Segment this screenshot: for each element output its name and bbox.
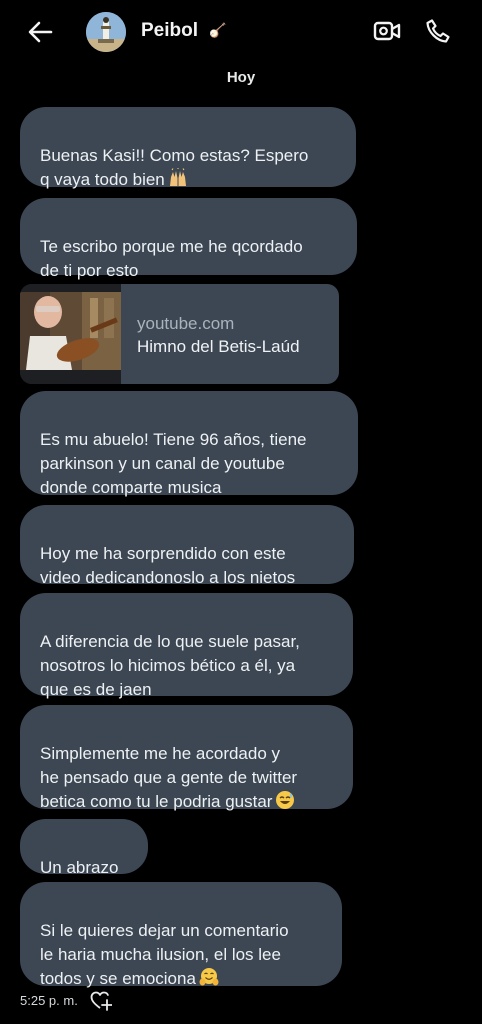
message-bubble[interactable]: Si le quieres dejar un comentario le har… (20, 882, 342, 988)
voice-call-button[interactable] (421, 14, 455, 48)
grinning-sweat-emoji-icon (276, 791, 295, 809)
back-arrow-icon (28, 21, 53, 43)
message-bubble[interactable]: Buenas Kasi!! Como estas? Espero q vaya … (20, 107, 356, 189)
name-badge: 🪕 (209, 22, 227, 38)
day-separator: Hoy (226, 69, 256, 86)
message-bubble[interactable]: Es mu abuelo! Tiene 96 años, tiene parki… (20, 391, 358, 497)
raised-hands-emoji-icon (169, 168, 186, 186)
message-bubble[interactable]: Simplemente me he acordado y he pensado … (20, 705, 353, 811)
message-bubble[interactable]: Hoy me ha sorprendido con este video ded… (20, 505, 354, 587)
heart-plus-icon (90, 991, 113, 1011)
video-call-button[interactable] (370, 15, 404, 47)
add-reaction-button[interactable] (90, 990, 113, 1012)
message-bubble[interactable]: A diferencia de lo que suele pasar, noso… (20, 593, 353, 699)
message-text: Es mu abuelo! Tiene 96 años, tiene parki… (40, 430, 307, 497)
message-bubble[interactable]: Un abrazo (20, 819, 148, 877)
hugging-face-emoji-icon (199, 968, 219, 986)
video-thumbnail (20, 284, 121, 384)
avatar[interactable] (86, 12, 126, 52)
message-text: Un abrazo (40, 858, 119, 877)
message-bubble[interactable]: Te escribo porque me he qcordado de ti p… (20, 198, 357, 280)
message-text: Hoy me ha sorprendido con este video ded… (40, 544, 296, 587)
video-camera-icon (373, 21, 401, 41)
link-title: Himno del Betis-Laúd (137, 337, 300, 356)
message-text: A diferencia de lo que suele pasar, noso… (40, 632, 300, 699)
message-timestamp: 5:25 p. m. (20, 993, 78, 1008)
link-card-text: youtube.com Himno del Betis-Laúd (137, 313, 300, 359)
message-text: Si le quieres dejar un comentario le har… (40, 921, 289, 988)
phone-icon (426, 19, 450, 43)
link-domain: youtube.com (137, 314, 235, 333)
back-button[interactable] (22, 14, 58, 50)
message-text: Te escribo porque me he qcordado de ti p… (40, 237, 303, 280)
message-text: Simplemente me he acordado y he pensado … (40, 744, 298, 811)
youtube-link-card[interactable]: youtube.com Himno del Betis-Laúd (20, 284, 339, 384)
conversation-header: Peibol 🪕 (0, 0, 482, 62)
contact-name[interactable]: Peibol (141, 20, 198, 42)
